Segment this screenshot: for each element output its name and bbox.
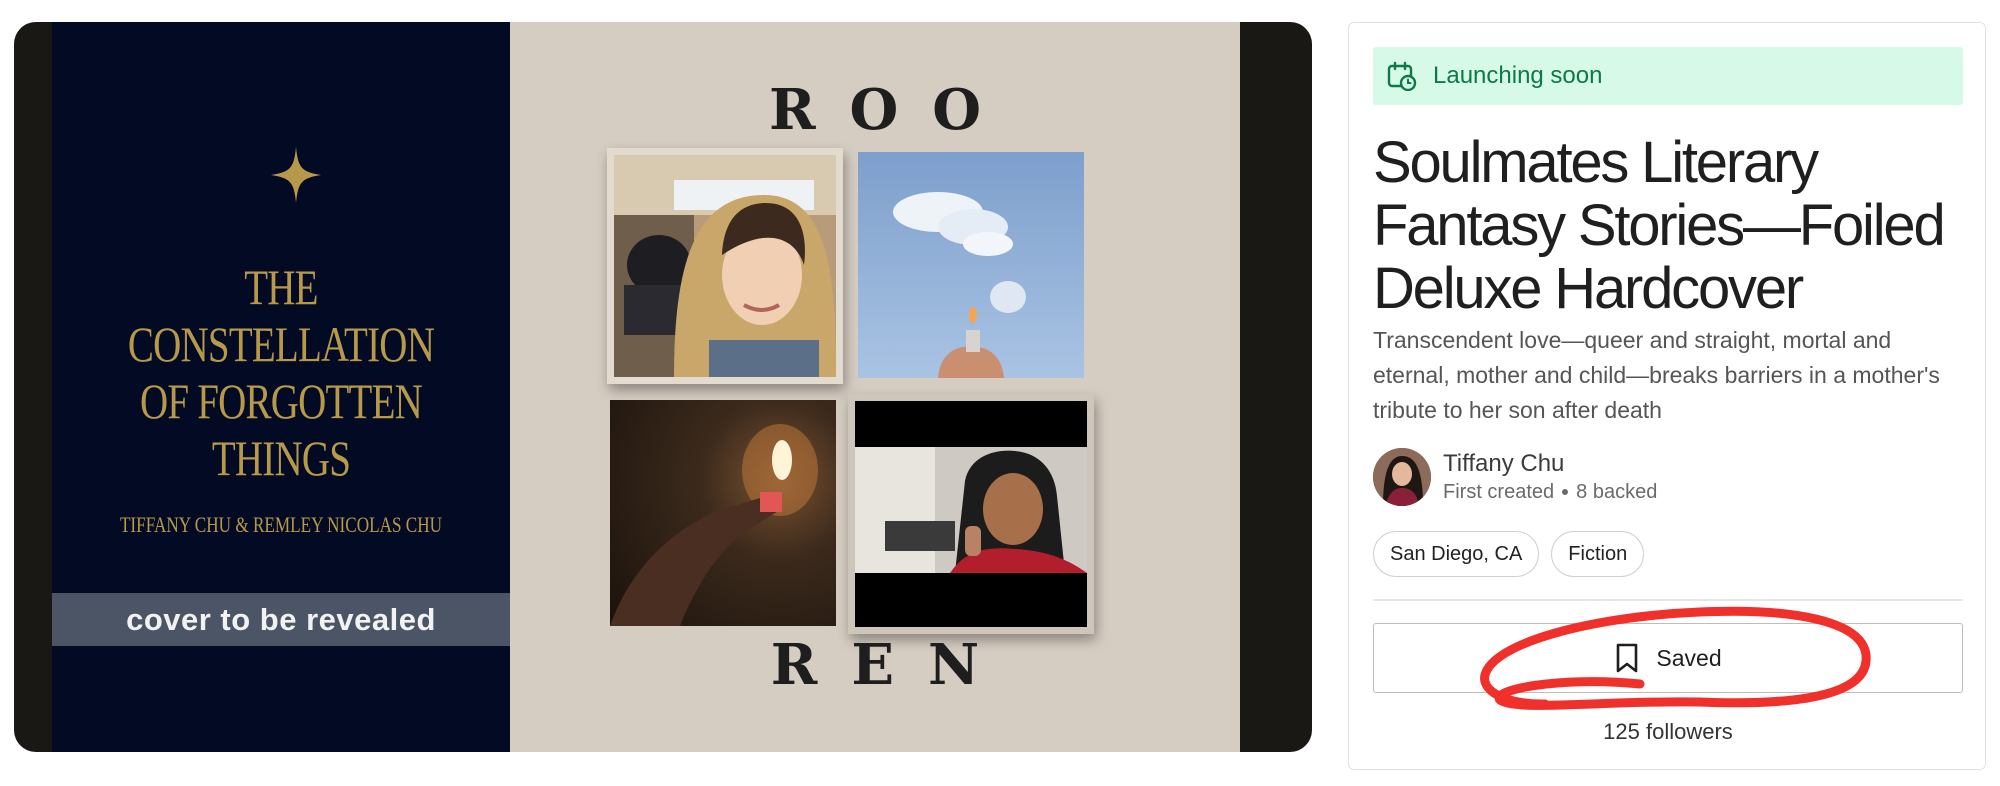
project-tags: San Diego, CA Fiction [1373,531,1645,577]
creator-name[interactable]: Tiffany Chu [1443,449,1657,479]
photo-collage: ROO REN [510,22,1240,752]
collage-word-top: ROO [768,77,1016,143]
creator-text: Tiffany Chu First created 8 backed [1443,449,1657,505]
photo-teen-portrait [848,394,1094,634]
creator-info[interactable]: Tiffany Chu First created 8 backed [1373,447,1657,507]
avatar[interactable] [1373,448,1431,506]
project-hero-media[interactable]: THE CONSTELLATION OF FORGOTTEN THINGS TI… [14,22,1312,752]
cover-title: THE CONSTELLATION OF FORGOTTEN THINGS [127,259,435,486]
project-info-card: Launching soon Soulmates Literary Fantas… [1348,22,1986,770]
save-button[interactable]: Saved [1373,623,1963,693]
bookmark-icon [1617,643,1638,673]
tag-category[interactable]: Fiction [1551,531,1645,577]
book-cover-panel: THE CONSTELLATION OF FORGOTTEN THINGS TI… [52,22,510,752]
collage-word-bottom: REN [770,632,1014,698]
tag-location[interactable]: San Diego, CA [1373,531,1540,577]
calendar-clock-icon [1387,61,1417,91]
launch-status-badge: Launching soon [1373,47,1963,105]
project-blurb: Transcendent love—queer and straight, mo… [1373,327,1940,423]
save-button-label: Saved [1656,644,1722,671]
divider [1373,599,1963,601]
creator-backed-count: 8 backed [1576,481,1658,503]
creator-status: First created [1443,481,1555,503]
cover-reveal-banner: cover to be revealed [52,593,510,646]
photo-lighter-night [610,400,836,626]
photo-sky-lighter [858,152,1084,378]
four-point-star-icon [271,147,321,203]
badge-label: Launching soon [1433,62,1603,89]
cover-authors: TIFFANY CHU & REMLEY NICOLAS CHU [119,512,443,537]
separator-dot [1562,489,1569,495]
photo-selfie [607,148,843,384]
creator-meta: First created 8 backed [1443,479,1657,505]
followers-count: 125 followers [1603,719,1733,744]
project-title: Soulmates Literary Fantasy Stories—Foile… [1373,130,1946,321]
